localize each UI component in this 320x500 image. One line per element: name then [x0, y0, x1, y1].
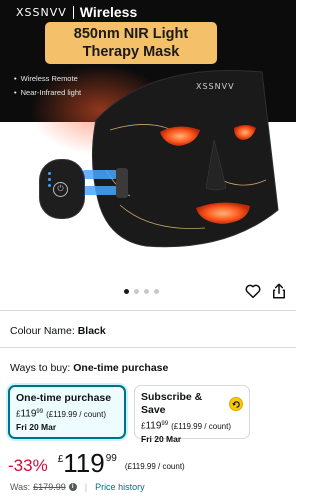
carousel-dot[interactable]: [144, 289, 149, 294]
carousel-dot[interactable]: [154, 289, 159, 294]
option-price: £11999 (£119.99 / count): [141, 418, 243, 433]
option-delivery-date: Fri 20 Mar: [141, 433, 182, 444]
option-price: £11999 (£119.99 / count): [16, 406, 118, 421]
one-time-purchase-option[interactable]: One-time purchase £11999 (£119.99 / count…: [8, 385, 126, 439]
colour-label: Colour Name:: [10, 325, 75, 337]
discount-percent: -33%: [8, 456, 48, 475]
share-button[interactable]: [270, 282, 288, 300]
ways-label: Ways to buy:: [10, 362, 71, 374]
option-price-fraction: 99: [161, 421, 169, 427]
section-divider: [0, 310, 296, 311]
carousel-dot[interactable]: [124, 289, 129, 294]
feature-list: Wireless Remote Near-Infrared light: [14, 72, 81, 100]
power-icon: ⏻: [53, 182, 68, 197]
price-per-unit: (£119.99 / count): [124, 462, 185, 471]
heart-icon: [245, 284, 261, 299]
option-price-whole: 119: [20, 408, 37, 420]
brand-tagline: Wireless: [79, 4, 138, 20]
brand-separator: [72, 5, 74, 19]
carousel-indicator[interactable]: [124, 289, 159, 294]
remote-control: ⏻: [40, 160, 84, 218]
image-title-box: 850nm NIR Light Therapy Mask: [45, 22, 217, 64]
ways-to-buy: Ways to buy: One-time purchase: [10, 362, 168, 374]
option-delivery-date: Fri 20 Mar: [16, 421, 57, 432]
option-price-whole: 119: [145, 420, 162, 432]
product-image[interactable]: XSSNVV Wireless 850nm NIR Light Therapy …: [0, 0, 296, 278]
info-icon[interactable]: i: [68, 483, 77, 491]
wishlist-button[interactable]: [244, 282, 262, 300]
colour-selector[interactable]: Colour Name: Black: [10, 325, 106, 337]
price-whole: 119: [63, 448, 105, 478]
image-title-line1: 850nm NIR Light: [73, 26, 189, 42]
brand-logo: XSSNVV: [16, 5, 67, 19]
feature-item: Near-Infrared light: [14, 86, 81, 100]
option-unit-price: (£119.99 / count): [171, 421, 231, 431]
ways-value: One-time purchase: [73, 362, 169, 374]
carousel-dot[interactable]: [134, 289, 139, 294]
option-title: Subscribe & Save: [141, 391, 203, 416]
price-history-link[interactable]: Price history: [95, 482, 145, 492]
mask-brand-logo: XSSNVV: [196, 82, 235, 91]
option-unit-price: (£119.99 / count): [46, 409, 106, 419]
price-fraction: 99: [105, 453, 117, 464]
remote-led: [48, 184, 51, 187]
share-icon: [273, 283, 285, 299]
option-title: One-time purchase: [16, 392, 112, 404]
was-price: £179.99: [33, 482, 66, 492]
option-price-fraction: 99: [36, 409, 44, 415]
remote-led: [48, 172, 51, 175]
subscribe-save-option[interactable]: Subscribe & Save £11999 (£119.99 / count)…: [134, 385, 250, 444]
was-price-row: Was: £179.99 i | Price history: [10, 482, 145, 492]
separator: |: [84, 482, 88, 492]
brand-header: XSSNVV Wireless: [16, 4, 137, 20]
subscribe-save-icon: [229, 397, 243, 411]
image-title-line2: Therapy Mask: [82, 44, 180, 60]
price-block: -33% £ 119 99 (£119.99 / count): [8, 450, 185, 476]
was-label: Was:: [10, 482, 31, 492]
remote-led: [48, 178, 51, 181]
feature-item: Wireless Remote: [14, 72, 81, 86]
section-divider: [0, 347, 296, 348]
colour-value: Black: [77, 325, 106, 337]
option-title-row: Subscribe & Save: [141, 391, 243, 417]
